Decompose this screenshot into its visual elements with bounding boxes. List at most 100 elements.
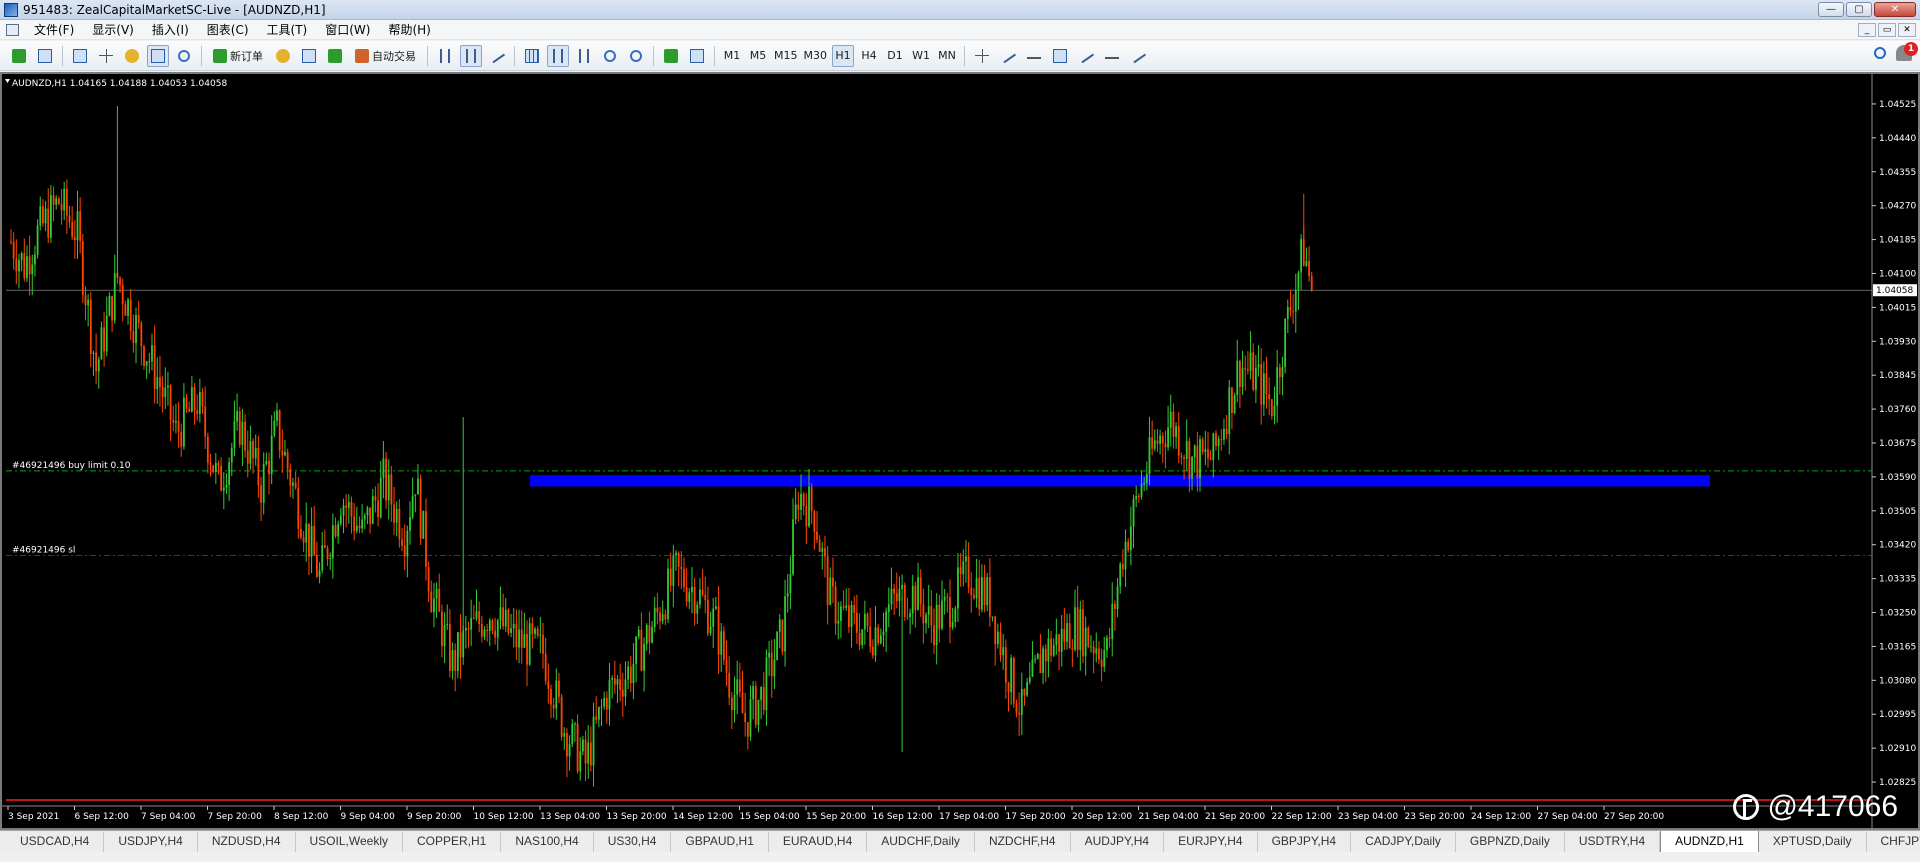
rectangle-tool-button[interactable]: [1049, 45, 1071, 67]
crosshair-tool-button[interactable]: [971, 45, 993, 67]
candle-body: [720, 631, 723, 655]
chart-shift-button[interactable]: [573, 45, 595, 67]
symbol-tab[interactable]: COPPER,H1: [403, 832, 502, 852]
symbol-tab[interactable]: AUDJPY,H4: [1071, 832, 1165, 852]
trendline-tool-button[interactable]: [997, 45, 1019, 67]
symbol-tab[interactable]: EURJPY,H4: [1164, 832, 1258, 852]
candle-body: [664, 614, 667, 620]
candle-body: [603, 697, 606, 707]
symbol-tab[interactable]: CADJPY,Daily: [1351, 832, 1456, 852]
timeframe-w1[interactable]: W1: [910, 45, 932, 67]
candlestick-button[interactable]: [460, 44, 482, 67]
market-watch-button[interactable]: [69, 45, 91, 67]
channel-tool-button[interactable]: [1075, 45, 1097, 67]
symbol-tab[interactable]: US30,H4: [594, 832, 672, 852]
minimize-button[interactable]: —: [1818, 2, 1844, 17]
market-button[interactable]: [324, 45, 346, 67]
candle-body: [566, 733, 568, 757]
timeframe-m15[interactable]: M15: [773, 45, 799, 67]
timeframe-m1[interactable]: M1: [721, 45, 743, 67]
new-order-button[interactable]: 新订单: [208, 45, 268, 67]
bar-chart-button[interactable]: [434, 45, 456, 67]
timeframe-mn[interactable]: MN: [936, 45, 958, 67]
candle-body: [1305, 261, 1308, 266]
symbol-tab[interactable]: EURAUD,H4: [769, 832, 868, 852]
strategy-tester-button[interactable]: [173, 45, 195, 67]
candle-body: [1244, 368, 1247, 370]
menu-file[interactable]: 文件(F): [25, 21, 83, 38]
new-chart-button[interactable]: [8, 45, 30, 67]
candle-body: [95, 352, 98, 372]
candle-body: [917, 577, 919, 611]
mdi-restore-button[interactable]: ▭: [1878, 23, 1896, 37]
maximize-button[interactable]: ▢: [1846, 2, 1872, 17]
text-tool-button[interactable]: [1127, 45, 1149, 67]
document-icon[interactable]: [6, 23, 19, 36]
symbol-tab[interactable]: NZDUSD,H4: [198, 832, 296, 852]
auto-trading-button[interactable]: 自动交易: [350, 45, 421, 67]
menu-charts[interactable]: 图表(C): [198, 21, 258, 38]
timeframe-m30[interactable]: M30: [803, 45, 829, 67]
navigator-button[interactable]: [121, 45, 143, 67]
candle-body: [635, 636, 637, 664]
symbol-tab[interactable]: USOIL,Weekly: [296, 832, 403, 852]
timeframe-d1[interactable]: D1: [884, 45, 906, 67]
symbol-tab[interactable]: AUDCHF,Daily: [867, 832, 975, 852]
candle-body: [677, 552, 680, 567]
zoom-in-button[interactable]: [599, 45, 621, 67]
auto-scroll-button[interactable]: [547, 44, 569, 67]
candle-body: [132, 331, 135, 343]
menu-tools[interactable]: 工具(T): [258, 21, 317, 38]
symbol-tab[interactable]: CHFJPY,H4: [1867, 832, 1920, 852]
price-tick-label: 1.04355: [1879, 168, 1916, 178]
stop-loss-label[interactable]: #46921496 sl: [12, 545, 75, 555]
menu-window[interactable]: 窗口(W): [316, 21, 379, 38]
fibonacci-tool-button[interactable]: [1101, 45, 1123, 67]
timeframe-m5[interactable]: M5: [747, 45, 769, 67]
tile-windows-button[interactable]: [521, 45, 543, 67]
menu-insert[interactable]: 插入(I): [143, 21, 198, 38]
hline-tool-button[interactable]: [1023, 45, 1045, 67]
candle-body: [1020, 688, 1023, 715]
candle-body: [1265, 373, 1268, 395]
symbol-tab[interactable]: GBPNZD,Daily: [1456, 832, 1565, 852]
search-icon[interactable]: [1874, 47, 1886, 59]
candle-body: [717, 606, 720, 655]
symbol-tab[interactable]: NAS100,H4: [501, 832, 594, 852]
menu-help[interactable]: 帮助(H): [379, 21, 439, 38]
metaeditor-button[interactable]: [272, 45, 294, 67]
notification-bell-icon[interactable]: 1: [1896, 42, 1918, 61]
candle-body: [198, 392, 201, 414]
timeframe-h1[interactable]: H1: [832, 44, 854, 67]
line-chart-button[interactable]: [486, 45, 508, 67]
terminal-button[interactable]: [147, 44, 169, 67]
symbol-tab[interactable]: USDTRY,H4: [1565, 832, 1661, 852]
candle-body: [840, 606, 842, 621]
templates-button[interactable]: [686, 45, 708, 67]
candle-body: [1164, 443, 1167, 448]
menu-view[interactable]: 显示(V): [83, 21, 143, 38]
indicators-button[interactable]: [660, 45, 682, 67]
data-window-button[interactable]: [95, 45, 117, 67]
price-chart[interactable]: 1.04525 1.04440 1.04355 1.04270 1.04185 1.041…: [2, 74, 1918, 828]
symbol-tab[interactable]: GBPJPY,H4: [1258, 832, 1352, 852]
symbol-tab[interactable]: XPTUSD,Daily: [1759, 832, 1867, 852]
symbol-tab[interactable]: GBPAUD,H1: [671, 832, 769, 852]
candle-body: [73, 237, 76, 241]
symbol-tab[interactable]: USDJPY,H4: [104, 832, 198, 852]
watermark: @417066: [1733, 790, 1898, 824]
symbol-tab[interactable]: USDCAD,H4: [6, 832, 105, 852]
chart-window[interactable]: 1.04525 1.04440 1.04355 1.04270 1.04185 1.041…: [0, 72, 1920, 830]
trendline-icon: [999, 48, 1017, 63]
close-button[interactable]: ✕: [1874, 2, 1916, 17]
zoom-out-button[interactable]: [625, 45, 647, 67]
symbol-tab[interactable]: AUDNZD,H1: [1660, 831, 1759, 852]
signals-button[interactable]: [298, 45, 320, 67]
mdi-close-button[interactable]: ✕: [1898, 23, 1916, 37]
timeframe-h4[interactable]: H4: [858, 45, 880, 67]
buy-limit-label[interactable]: #46921496 buy limit 0.10: [12, 461, 131, 471]
symbol-tab[interactable]: NZDCHF,H4: [975, 832, 1071, 852]
mdi-minimize-button[interactable]: _: [1858, 23, 1876, 37]
profiles-button[interactable]: [34, 45, 56, 67]
toolbar: 新订单 自动交易 M1 M5 M15 M30 H1 H4 D1 W1 MN 1: [0, 41, 1920, 71]
